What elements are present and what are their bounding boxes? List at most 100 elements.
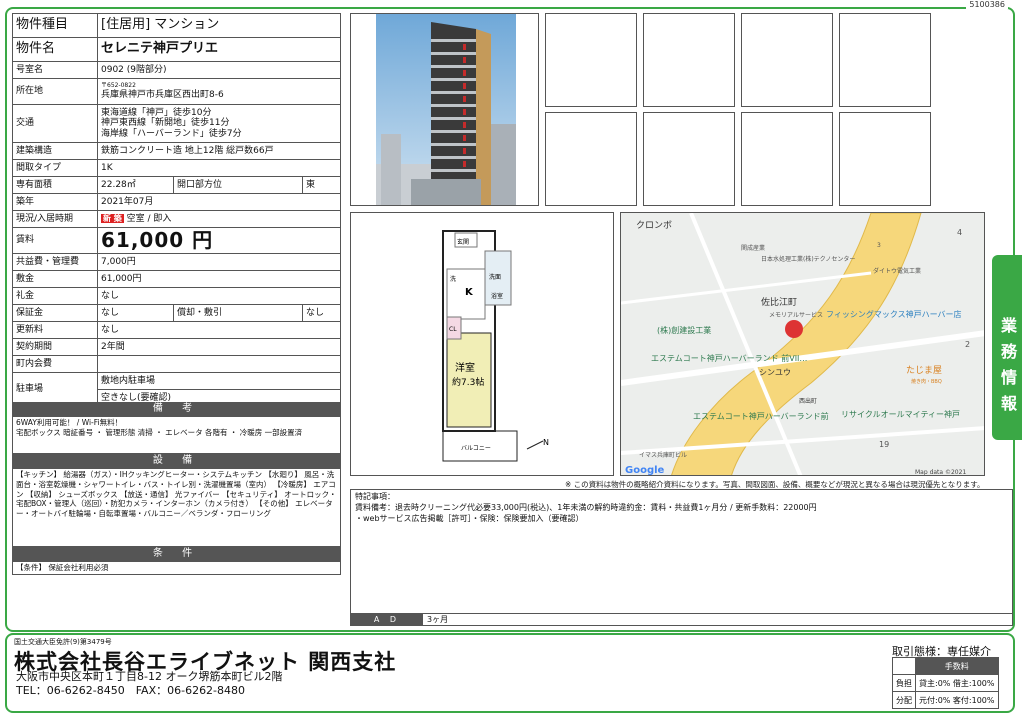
company-address: 大阪市中央区本町１丁目8-12 オーク堺筋本町ビル2階 TEL：06-6262-… [16, 670, 282, 698]
fp-room-size: 約7.3帖 [452, 376, 484, 388]
notes-line: 賃料備考：退去時クリーニング代必要33,000円(税込)、1年未満の解約時違約金… [355, 502, 817, 512]
name-label: 物件名 [12, 37, 98, 62]
type-label: 物件種目 [12, 13, 98, 38]
fp-kitchen: K [465, 287, 474, 298]
access-line: 神戸東西線「新開地」徒歩11分 [101, 118, 230, 129]
map-number: 2 [965, 340, 970, 349]
map-copyright: Map data ©2021 [915, 469, 966, 476]
fp-entrance: 玄関 [457, 238, 469, 246]
layout-label: 間取タイプ [12, 159, 98, 177]
new-badge: 新 築 [101, 213, 124, 223]
map-label: シンユウ [759, 368, 791, 377]
route-number: 3 [877, 242, 881, 249]
deposit-value: 61,000円 [97, 270, 341, 288]
access-line: 東海道線「神戸」徒歩10分 [101, 107, 212, 118]
deposit-label: 敷金 [12, 270, 98, 288]
photo-thumb-1[interactable] [545, 13, 637, 107]
map-label: たじま屋 [906, 365, 942, 376]
fp-closet: CL [449, 326, 457, 333]
fp-washroom: 洗面 [489, 273, 501, 281]
north-icon: N [543, 438, 549, 447]
map-label: 日本水処理工業(株)テクノセンター [761, 255, 855, 263]
common-value: 7,000円 [97, 253, 341, 271]
fp-bath: 浴室 [491, 292, 503, 300]
location-label: 所在地 [12, 78, 98, 105]
map-label: 関成産業 [741, 244, 765, 252]
photo-thumb-5[interactable] [545, 112, 637, 206]
map-label: イマス兵庫町ビル [639, 451, 687, 459]
map-label: エステムコート神戸ハーバーランド前 [693, 411, 829, 421]
status-value: 新 築 空室 / 即入 [97, 210, 341, 228]
photo-thumb-7[interactable] [741, 112, 833, 206]
town-fee-label: 町内会費 [12, 355, 98, 373]
photo-thumb-3[interactable] [741, 13, 833, 107]
fp-room: 洋室 [455, 361, 475, 374]
ad-label: A D [351, 614, 423, 625]
room-label: 号室名 [12, 61, 98, 79]
contract-value: 2年間 [97, 338, 341, 356]
rent-label: 賃料 [12, 227, 98, 254]
map-label: 佐比江町 [761, 296, 797, 308]
rent-amount: 61,000 円 [101, 228, 214, 252]
remarks-header: 備 考 [12, 402, 341, 416]
fp-balcony: バルコニー [461, 445, 491, 452]
map-label: エステムコート神戸ハーバーランド 前VII… [651, 353, 807, 363]
building-illustration [376, 14, 516, 205]
photo-thumb-6[interactable] [643, 112, 735, 206]
amort-label: 償却・敷引 [172, 304, 304, 322]
map-number: 4 [957, 228, 962, 237]
access-line: 海岸線「ハーバーランド」徒歩7分 [101, 128, 242, 139]
building-photo [350, 13, 539, 206]
special-notes: 特記事項： 賃料備考：退去時クリーニング代必要33,000円(税込)、1年未満の… [350, 489, 1013, 614]
type-value: [住居用] マンション [97, 13, 341, 38]
location-map[interactable]: クロンボ 関成産業 日本水処理工業(株)テクノセンター ダイトウ電気工業 佐比江… [620, 212, 985, 476]
rent-value: 61,000 円 [97, 227, 341, 254]
property-info-table: 物件種目 [住居用] マンション 物件名 セレニテ神戸プリエ 号室名 0902 (9階… [12, 13, 341, 407]
map-label: (株)創建設工業 [657, 325, 711, 335]
map-label: 焼き肉・BBQ [911, 378, 942, 385]
notes-title: 特記事項： [355, 492, 395, 501]
key-money-label: 礼金 [12, 287, 98, 305]
parking-value-1: 敷地内駐車場 [97, 372, 341, 390]
document-id: 5100386 [966, 0, 1008, 9]
renewal-value: なし [97, 321, 341, 339]
town-fee-value [97, 355, 341, 373]
burden-label: 負担 [892, 674, 916, 692]
area-value: 22.28㎡ [97, 176, 174, 194]
photo-thumb-4[interactable] [839, 13, 931, 107]
built-value: 2021年07月 [97, 193, 341, 211]
conditions-body: 【条件】 保証会社利用必須 [12, 561, 341, 575]
fee-table: 手数料 負担 貸主:0% 借主:100% 分配 元付:0% 客付:100% [892, 657, 999, 709]
map-label: 西出町 [799, 397, 817, 405]
direction-label: 開口部方位 [172, 176, 304, 194]
address: 兵庫県神戸市兵庫区西出町8-6 [101, 89, 224, 100]
location-value: 〒652-0822 兵庫県神戸市兵庫区西出町8-6 [97, 78, 341, 105]
split-value: 元付:0% 客付:100% [915, 691, 999, 709]
map-drawing: クロンボ 関成産業 日本水処理工業(株)テクノセンター ダイトウ電気工業 佐比江… [621, 213, 984, 476]
zip-code: 〒652-0822 [101, 81, 136, 89]
notes-line: ・webサービス広告掲載［許可］・保険：保険要加入（要確認） [355, 513, 584, 523]
business-info-tab[interactable]: 業務情報 [992, 255, 1022, 440]
amort-value: なし [302, 304, 341, 322]
google-logo: Google [625, 465, 665, 476]
floor-plan-drawing: 玄関 K 洗 CL 浴室 洗面 洋室 約7.3帖 バルコニー N [442, 230, 549, 462]
conditions-header: 条 件 [12, 547, 341, 561]
facilities-body: 【キッチン】 給湯器（ガス）・IHクッキングヒーター・システムキッチン 【水廻り… [12, 468, 341, 547]
structure-value: 鉄筋コンクリート造 地上12階 総戸数66戸 [97, 142, 341, 160]
fp-wash: 洗 [450, 275, 456, 283]
burden-value: 貸主:0% 借主:100% [915, 674, 999, 692]
key-money-value: なし [97, 287, 341, 305]
floor-plan: 玄関 K 洗 CL 浴室 洗面 洋室 約7.3帖 バルコニー N [350, 212, 614, 476]
fee-title: 手数料 [915, 657, 999, 675]
map-label: ダイトウ電気工業 [873, 267, 921, 275]
facilities-header: 設 備 [12, 454, 341, 468]
renewal-label: 更新料 [12, 321, 98, 339]
photo-thumb-8[interactable] [839, 112, 931, 206]
photo-thumb-2[interactable] [643, 13, 735, 107]
address-line: 大阪市中央区本町１丁目8-12 オーク堺筋本町ビル2階 [16, 670, 283, 683]
access-value: 東海道線「神戸」徒歩10分 神戸東西線「新開地」徒歩11分 海岸線「ハーバーランド」… [97, 104, 341, 143]
name-value: セレニテ神戸プリエ [97, 37, 341, 62]
direction-value: 東 [302, 176, 341, 194]
map-number: 19 [879, 440, 889, 449]
contract-label: 契約期間 [12, 338, 98, 356]
